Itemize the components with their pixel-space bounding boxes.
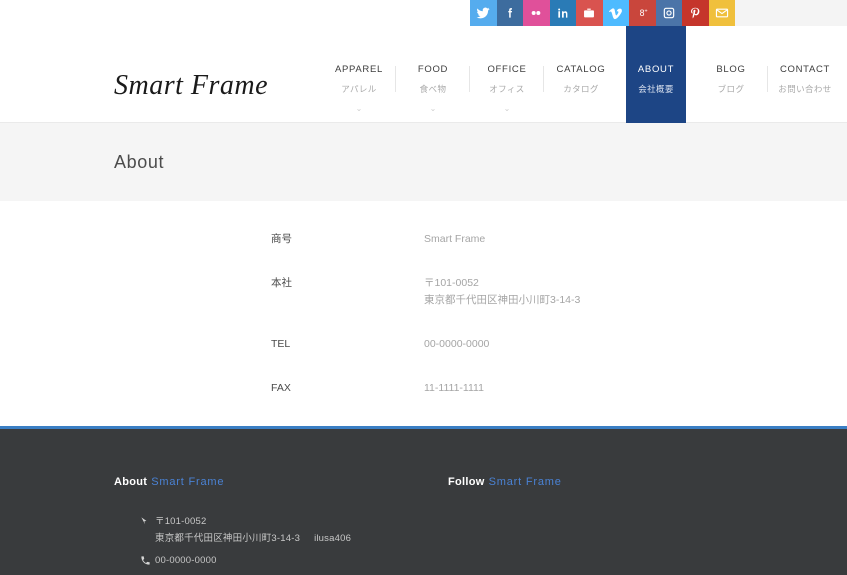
info-value-line-2: 東京都千代田区神田小川町3-14-3: [424, 293, 581, 306]
nav-label-jp: 食べ物: [419, 84, 447, 94]
site-header: Smart Frame APPAREL アパレル ⌄ FOOD 食べ物 ⌄ OFFICE オフ…: [0, 26, 847, 123]
topbar-instagram-icon[interactable]: [655, 0, 682, 26]
list-item: 00-0000-0000: [140, 554, 351, 568]
topbar-spacer: [0, 0, 470, 26]
nav-label-en: OFFICE: [487, 64, 527, 75]
map-marker-icon: [140, 515, 155, 527]
contact-address: 東京都千代田区神田小川町3-14-3: [155, 532, 301, 544]
list-item: 〒101-0052 東京都千代田区神田小川町3-14-3 ilusa406: [140, 515, 351, 546]
topbar-social-list: 8 +: [470, 0, 735, 26]
main-content: 商号 Smart Frame 本社 〒101-0052 東京都千代田区神田小川町3-14…: [0, 201, 847, 438]
nav-label-jp: アパレル: [341, 84, 377, 94]
nav-item-office[interactable]: OFFICE オフィス ⌄: [478, 26, 544, 123]
contact-text: 00-0000-0000: [155, 554, 217, 568]
table-row: FAX 11-1111-1111: [271, 380, 691, 424]
footer-follow-brand: Smart Frame: [488, 476, 562, 488]
topbar-googleplus-icon[interactable]: 8 +: [629, 0, 656, 26]
nav-item-food[interactable]: FOOD 食べ物 ⌄: [404, 26, 470, 123]
svg-text:8: 8: [640, 8, 645, 18]
nav-label-en: CATALOG: [556, 64, 606, 75]
contact-text: 〒101-0052 東京都千代田区神田小川町3-14-3 ilusa406: [155, 515, 351, 546]
info-value-line: 11-1111-1111: [424, 382, 484, 395]
topbar-flickr-icon[interactable]: [523, 0, 550, 26]
topbar-linkedin-icon[interactable]: [549, 0, 576, 26]
site-logo[interactable]: Smart Frame: [114, 70, 268, 102]
info-value-line: 〒101-0052: [424, 277, 479, 290]
nav-label-en: BLOG: [716, 64, 746, 75]
footer-follow-label: Follow: [448, 476, 485, 488]
nav-label-en: ABOUT: [637, 64, 675, 75]
table-row: 商号 Smart Frame: [271, 231, 691, 275]
nav-item-apparel[interactable]: APPAREL アパレル ⌄: [330, 26, 396, 123]
nav-label-en: APPAREL: [334, 64, 384, 75]
nav-item-about[interactable]: ABOUT 会社概要: [626, 26, 686, 123]
info-value-line: Smart Frame: [424, 233, 486, 245]
nav-item-blog[interactable]: BLOG ブログ: [702, 26, 768, 123]
info-label: 本社: [271, 277, 292, 290]
info-label: TEL: [271, 337, 291, 350]
nav-label-jp: ブログ: [717, 84, 745, 94]
nav-label-en: CONTACT: [779, 64, 831, 75]
info-value: 〒101-0052 東京都千代田区神田小川町3-14-3: [424, 275, 691, 336]
footer-about-label: About: [114, 476, 148, 488]
topbar-facebook-icon[interactable]: [496, 0, 523, 26]
nav-label-jp: 会社概要: [638, 84, 674, 94]
chevron-down-icon: ⌄: [503, 104, 511, 113]
site-footer: About Smart Frame Follow Smart Frame 〒101-…: [0, 426, 847, 575]
contact-text-sub: 東京都千代田区神田小川町3-14-3 ilusa406: [155, 532, 351, 546]
chevron-down-icon: ⌄: [429, 104, 437, 113]
contact-room: ilusa406: [314, 532, 352, 544]
footer-about-heading: About Smart Frame: [114, 476, 224, 488]
chevron-down-icon: ⌄: [355, 104, 363, 113]
contact-text-main: 00-0000-0000: [155, 554, 217, 566]
info-label: FAX: [271, 382, 291, 395]
topbar-pinterest-icon[interactable]: [682, 0, 709, 26]
table-row: 本社 〒101-0052 東京都千代田区神田小川町3-14-3: [271, 275, 691, 336]
page-title: About: [114, 151, 165, 172]
page-title-band: About: [0, 123, 847, 201]
topbar-mail-icon[interactable]: [708, 0, 735, 26]
topbar-twitter-icon[interactable]: [470, 0, 497, 26]
footer-contact-list: 〒101-0052 東京都千代田区神田小川町3-14-3 ilusa406 00-00…: [140, 515, 351, 575]
nav-item-contact[interactable]: CONTACT お問い合わせ: [776, 26, 834, 123]
info-value: 00-0000-0000: [424, 336, 691, 380]
svg-text:+: +: [645, 8, 648, 14]
nav-label-jp: カタログ: [563, 84, 599, 94]
topbar-youtube-icon[interactable]: [576, 0, 603, 26]
phone-icon: [140, 554, 155, 566]
nav-item-catalog[interactable]: CATALOG カタログ: [552, 26, 610, 123]
contact-text-main: 〒101-0052: [155, 516, 207, 527]
nav-label-jp: オフィス: [489, 84, 525, 94]
info-value: 11-1111-1111: [424, 380, 691, 424]
footer-about-brand: Smart Frame: [151, 476, 225, 488]
nav-label-jp: お問い合わせ: [778, 84, 832, 94]
nav-label-en: FOOD: [417, 64, 449, 75]
topbar-vimeo-icon[interactable]: [602, 0, 629, 26]
top-social-bar: 8 +: [0, 0, 847, 26]
info-value-line: 00-0000-0000: [424, 337, 490, 350]
footer-follow-heading: Follow Smart Frame: [448, 476, 562, 488]
table-row: TEL 00-0000-0000: [271, 336, 691, 380]
info-label: 商号: [271, 233, 292, 245]
info-value: Smart Frame: [424, 231, 691, 275]
main-navigation: APPAREL アパレル ⌄ FOOD 食べ物 ⌄ OFFICE オフィス ⌄ CATALOG カタ…: [330, 26, 834, 123]
